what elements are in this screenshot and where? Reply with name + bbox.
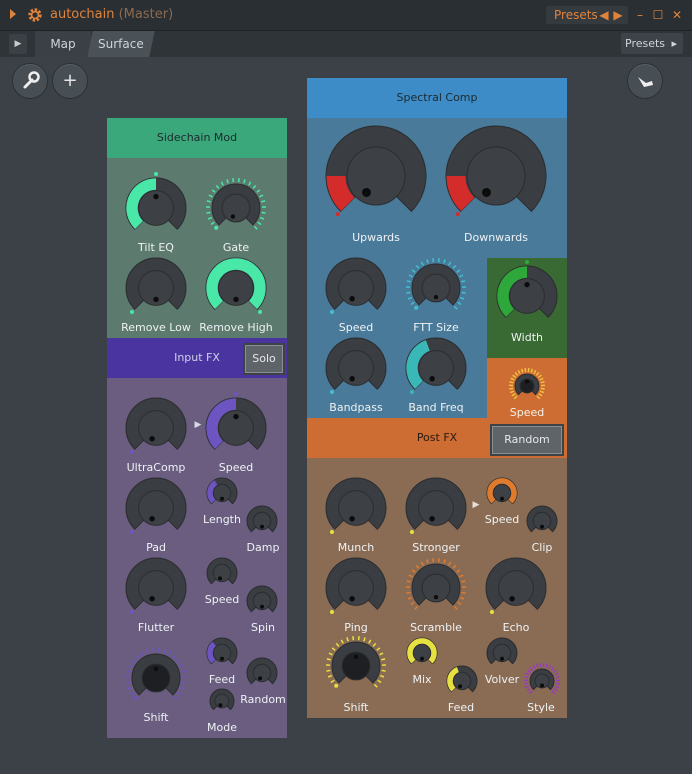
wrench-icon [23,71,40,89]
presets-button-label: Presets [625,37,666,50]
window-subtitle: (Master) [118,7,174,22]
spectral-speed2-knob[interactable] [505,364,549,408]
speed1-knob[interactable] [196,388,276,468]
plugin-gear-icon[interactable] [27,7,43,23]
upwards-knob[interactable] [316,116,436,236]
preset-next-icon[interactable]: ▶ [611,6,625,24]
speed2-label: Speed [204,593,240,606]
spin-label: Spin [251,621,275,634]
gate-knob[interactable] [202,174,270,242]
remove-high-knob[interactable] [196,248,276,328]
fft-size-knob[interactable] [402,254,470,322]
style-label: Style [527,701,555,714]
damp-knob[interactable] [237,496,287,546]
gate-label: Gate [222,241,250,254]
stronger-knob[interactable] [396,468,476,548]
window-menu-arrow-icon[interactable] [10,9,16,19]
close-icon[interactable]: ✕ [670,6,684,24]
post-feed-label: Feed [447,701,475,714]
ultracomp-expand-icon[interactable]: ▶ [194,420,202,430]
downwards-label: Downwards [464,231,528,244]
mode-label: Mode [207,721,237,734]
spectral-speed-knob[interactable] [316,248,396,328]
spectral-speed2-label: Speed [509,406,545,419]
damp-label: Damp [246,541,280,554]
hand-icon [638,77,653,87]
scramble-knob[interactable] [402,554,470,622]
speed1-label: Speed [218,461,254,474]
preset-prev-icon[interactable]: ◀ [597,6,611,24]
width-knob[interactable] [487,256,567,336]
pad-label: Pad [146,541,166,554]
window-title-text: autochain [50,7,115,22]
volver-label: Volver [484,673,520,686]
spectral-title: Spectral Comp [396,91,478,104]
post-shift-label: Shift [343,701,369,714]
remove-low-knob[interactable] [116,248,196,328]
post-speed-label: Speed [484,513,520,526]
tab-map[interactable]: Map [35,31,91,57]
downwards-knob[interactable] [436,116,556,236]
feed-label: Feed [208,673,236,686]
tilt-eq-label: Tilt EQ [138,241,174,254]
munch-label: Munch [337,541,375,554]
scramble-label: Scramble [410,621,462,634]
band-freq-knob[interactable] [396,328,476,408]
bandpass-knob[interactable] [316,328,396,408]
pose-button[interactable] [627,63,663,99]
pad-knob[interactable] [116,468,196,548]
post-random-button[interactable]: Random [490,424,564,456]
stronger-label: Stronger [412,541,460,554]
maximize-icon[interactable]: ☐ [651,6,665,24]
tab-surface[interactable]: Surface [87,31,155,57]
bandpass-label: Bandpass [329,401,383,414]
post-fx-title: Post FX [416,431,458,444]
remove-low-label: Remove Low [121,321,191,334]
length-label: Length [203,513,241,526]
clip-label: Clip [531,541,553,554]
upwards-label: Upwards [352,231,400,244]
remove-high-label: Remove High [199,321,273,334]
title-presets-label: Presets [554,8,598,22]
tab-surface-label: Surface [98,37,144,51]
band-freq-label: Band Freq [408,401,464,414]
munch-knob[interactable] [316,468,396,548]
tilt-eq-knob[interactable] [116,168,196,248]
random-knob[interactable] [237,648,287,698]
presets-button[interactable]: Presets ▸ [621,33,683,54]
ping-knob[interactable] [316,548,396,628]
echo-label: Echo [502,621,530,634]
clip-knob[interactable] [517,496,567,546]
tab-scroll-left-icon[interactable]: ▶ [9,34,27,54]
ultracomp-label: UltraComp [126,461,186,474]
mix-label: Mix [412,673,432,686]
shift-label: Shift [143,711,169,724]
input-fx-title: Input FX [174,351,220,364]
echo-knob[interactable] [476,548,556,628]
random-label: Random [240,693,286,706]
presets-chevron-icon: ▸ [671,37,677,50]
flutter-knob[interactable] [116,548,196,628]
flutter-label: Flutter [137,621,175,634]
fft-size-label: FTT Size [413,321,459,334]
spectral-speed-label: Speed [338,321,374,334]
minimize-icon[interactable]: – [633,6,647,24]
width-label: Width [511,331,543,344]
sidechain-title: Sidechain Mod [156,131,238,144]
ping-label: Ping [344,621,368,634]
ultracomp-knob[interactable] [116,388,196,468]
solo-button[interactable]: Solo [243,343,285,375]
plus-icon: + [62,70,78,91]
shift-knob[interactable] [122,644,190,712]
spin-knob[interactable] [237,576,287,626]
wrench-button[interactable] [12,63,48,99]
window-title: autochain (Master) [50,7,173,22]
post-expand-icon[interactable]: ▶ [472,500,480,510]
post-shift-knob[interactable] [322,632,390,700]
add-button[interactable]: + [52,63,88,99]
